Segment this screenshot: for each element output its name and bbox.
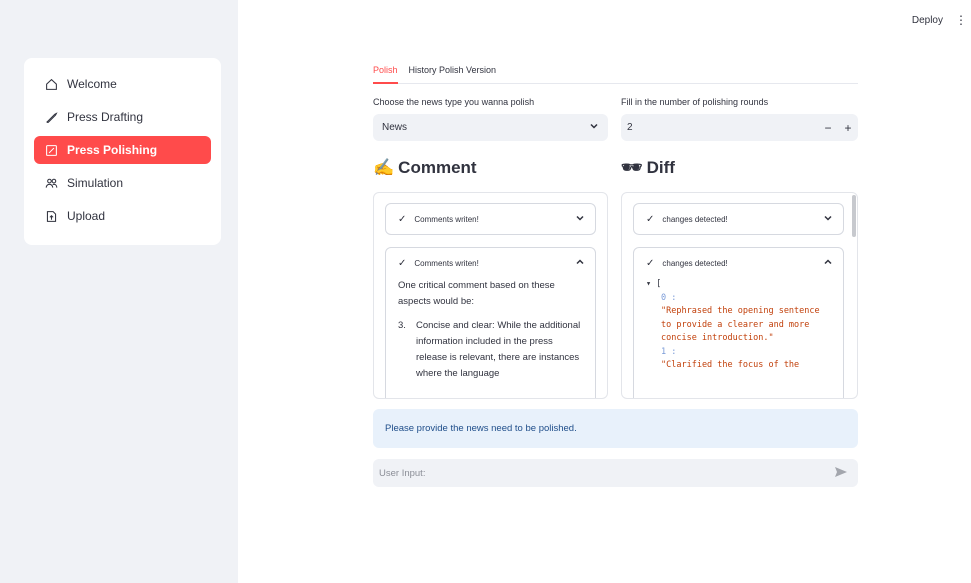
comment-intro: One critical comment based on these aspe… — [398, 280, 555, 307]
list-number: 3. — [398, 320, 406, 331]
info-alert: Please provide the news need to be polis… — [373, 409, 858, 448]
json-string: "Clarified the focus of the — [661, 360, 800, 370]
sidebar-item-label: Simulation — [67, 176, 124, 190]
json-string: "Rephrased the opening sentence to provi… — [661, 306, 820, 343]
edit-box-icon — [44, 143, 58, 157]
chevron-down-icon — [823, 213, 833, 225]
chat-placeholder[interactable]: User Input: — [379, 468, 425, 479]
check-icon: ✓ — [646, 213, 655, 225]
tab-bar: Polish History Polish Version — [373, 62, 858, 84]
sidebar-item-simulation[interactable]: Simulation — [34, 169, 211, 197]
chevron-up-icon — [823, 257, 833, 269]
json-index: 0 : — [661, 292, 677, 303]
sidebar-item-press-drafting[interactable]: Press Drafting — [34, 103, 211, 131]
writing-hand-icon: ✍️ — [373, 158, 395, 177]
chat-input[interactable]: User Input: — [373, 459, 858, 487]
sidebar: Welcome Press Drafting Press Polishing S… — [0, 0, 238, 583]
sunglasses-icon: 🕶 — [621, 158, 643, 177]
list-text: Concise and clear: While the additional … — [416, 320, 581, 379]
rounds-label: Fill in the number of polishing rounds — [621, 97, 769, 107]
json-viewer: ▾ [ 0 : "Rephrased the opening sentence … — [634, 278, 843, 373]
expander-title: changes detected! — [662, 214, 728, 224]
diff-expander-2[interactable]: ✓ changes detected! ▾ [ 0 : "Rephrased t… — [633, 247, 844, 398]
diff-expander-1[interactable]: ✓ changes detected! — [633, 203, 844, 235]
sidebar-item-label: Press Polishing — [67, 143, 158, 157]
expander-title: Comments writen! — [414, 214, 479, 224]
rounds-number-input[interactable]: 2 − + — [621, 114, 858, 141]
top-toolbar: Deploy ⋮ — [912, 0, 971, 40]
file-upload-icon — [44, 209, 58, 223]
news-type-select[interactable]: News — [373, 114, 608, 141]
comment-body: One critical comment based on these aspe… — [386, 278, 595, 382]
check-icon: ✓ — [646, 257, 655, 269]
sidebar-item-upload[interactable]: Upload — [34, 202, 211, 230]
scrollbar[interactable] — [852, 195, 856, 237]
sidebar-item-label: Upload — [67, 209, 106, 223]
sidebar-item-welcome[interactable]: Welcome — [34, 70, 211, 98]
rounds-value[interactable]: 2 — [627, 122, 818, 133]
comment-expander-2[interactable]: ✓ Comments writen! One critical comment … — [385, 247, 596, 398]
expander-header[interactable]: ✓ changes detected! — [634, 248, 843, 278]
increment-button[interactable]: + — [838, 121, 858, 135]
json-open-line[interactable]: ▾ [ — [646, 278, 831, 292]
expander-header[interactable]: ✓ Comments writen! — [386, 248, 595, 278]
pen-icon — [44, 110, 58, 124]
expander-header[interactable]: ✓ Comments writen! — [386, 204, 595, 234]
send-icon[interactable] — [834, 466, 848, 481]
news-type-value: News — [382, 122, 408, 133]
check-icon: ✓ — [398, 257, 407, 269]
comment-panel[interactable]: ✓ Comments writen! ✓ Comments writen! On… — [373, 192, 608, 399]
chevron-up-icon — [575, 257, 585, 269]
caret-down-icon[interactable]: ▾ — [646, 279, 651, 289]
sidebar-item-label: Welcome — [67, 77, 117, 91]
json-index: 1 : — [661, 346, 677, 357]
diff-panel[interactable]: ✓ changes detected! ✓ changes detected! … — [621, 192, 858, 399]
tab-polish[interactable]: Polish — [373, 62, 398, 84]
list-item: 3. Concise and clear: While the addition… — [398, 318, 583, 382]
decrement-button[interactable]: − — [818, 121, 838, 135]
sidebar-nav: Welcome Press Drafting Press Polishing S… — [24, 58, 221, 245]
expander-title: changes detected! — [662, 258, 728, 268]
comment-heading: ✍️ Comment — [373, 158, 477, 177]
expander-title: Comments writen! — [414, 258, 479, 268]
diff-heading: 🕶 Diff — [621, 158, 675, 177]
people-icon — [44, 176, 58, 190]
news-type-label: Choose the news type you wanna polish — [373, 97, 535, 107]
home-icon — [44, 77, 58, 91]
chevron-down-icon — [575, 213, 585, 225]
deploy-button[interactable]: Deploy — [912, 15, 943, 26]
tab-history-polish-version[interactable]: History Polish Version — [409, 62, 497, 84]
chevron-down-icon — [589, 121, 599, 134]
sidebar-item-press-polishing[interactable]: Press Polishing — [34, 136, 211, 164]
sidebar-item-label: Press Drafting — [67, 110, 144, 124]
expander-header[interactable]: ✓ changes detected! — [634, 204, 843, 234]
comment-expander-1[interactable]: ✓ Comments writen! — [385, 203, 596, 235]
check-icon: ✓ — [398, 213, 407, 225]
more-menu-icon[interactable]: ⋮ — [955, 13, 967, 27]
